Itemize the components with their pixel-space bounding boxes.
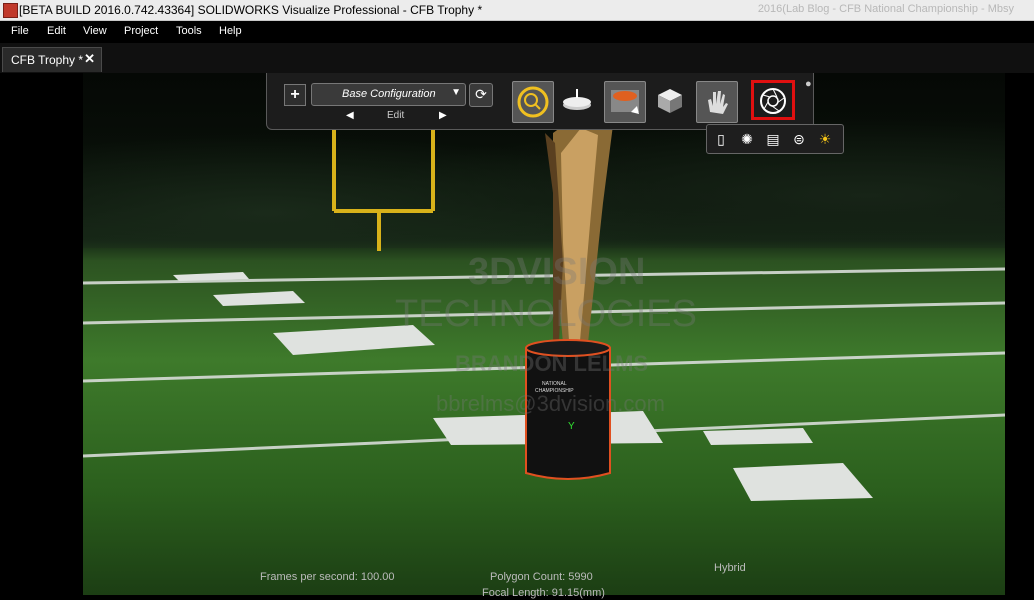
sun-icon[interactable]: ☀ [815, 129, 835, 149]
menu-edit[interactable]: Edit [47, 25, 66, 37]
hand-icon [708, 91, 728, 114]
camera-sub-toolbar: ▯ ✺ ▤ ⊜ ☀ [706, 124, 844, 154]
menu-bar: File Edit View Project Tools Help [0, 21, 1034, 43]
turntable-icon [563, 89, 591, 110]
edit-label[interactable]: Edit [387, 110, 404, 121]
clapboard-icon[interactable]: ▤ [763, 129, 783, 149]
app-icon [3, 3, 18, 18]
window-title: [BETA BUILD 2016.0.742.43364] SOLIDWORKS… [19, 3, 483, 17]
configuration-label: Base Configuration [342, 88, 436, 100]
add-button[interactable]: + [284, 84, 306, 106]
zoom-tool-button[interactable] [512, 81, 554, 123]
refresh-button[interactable]: ⟳ [469, 83, 493, 107]
background-window-title: 2016(Lab Blog - CFB National Championshi… [757, 3, 1014, 15]
zoom-tool-icon [517, 86, 549, 118]
render-viewport[interactable]: 3DVISION TECHNOLOGIES BRANDON LELMS bbre… [83, 73, 1005, 595]
aperture-icon[interactable]: ✺ [737, 129, 757, 149]
title-bar: [BETA BUILD 2016.0.742.43364] SOLIDWORKS… [0, 0, 1034, 21]
environment-button[interactable] [604, 81, 646, 123]
chevron-down-icon: ▼ [451, 87, 461, 98]
trophy-label-2: CHAMPIONSHIP [535, 388, 574, 394]
watermark-line-1: 3DVISION [468, 251, 646, 293]
menu-project[interactable]: Project [124, 25, 158, 37]
object-button[interactable] [650, 81, 690, 121]
fps-readout: Frames per second: 100.00 [260, 571, 395, 583]
pan-button[interactable] [696, 81, 738, 123]
tab-cfb-trophy[interactable]: CFB Trophy * ✕ [2, 47, 102, 72]
polygon-count: Polygon Count: 5990 [490, 571, 593, 583]
tab-label: CFB Trophy * [11, 53, 84, 67]
prev-config-arrow-icon[interactable]: ◀ [346, 110, 354, 121]
menu-tools[interactable]: Tools [176, 25, 202, 37]
document-tab-bar: CFB Trophy * ✕ [0, 43, 1034, 73]
trophy-label-1: NATIONAL [542, 381, 567, 387]
turntable-icon[interactable]: ⊜ [789, 129, 809, 149]
menu-view[interactable]: View [83, 25, 107, 37]
focal-length: Focal Length: 91.15(mm) [482, 587, 605, 599]
cube-icon [658, 89, 682, 113]
watermark-line-2: TECHNOLOGIES [395, 293, 697, 335]
watermark-line-4: bbrelms@3dvision.com [436, 391, 665, 416]
watermark-line-3: BRANDON LELMS [455, 351, 649, 376]
panel-icon[interactable]: ▯ [711, 129, 731, 149]
render-mode: Hybrid [714, 562, 746, 574]
next-config-arrow-icon[interactable]: ▶ [439, 110, 447, 121]
highlight-box [751, 80, 795, 120]
close-icon[interactable]: ✕ [84, 51, 95, 67]
menu-help[interactable]: Help [219, 25, 242, 37]
turntable-button[interactable] [557, 81, 597, 121]
pin-icon[interactable]: ● [805, 78, 812, 90]
menu-file[interactable]: File [11, 25, 29, 37]
configuration-dropdown[interactable]: Base Configuration ▼ [311, 83, 466, 106]
goal-post [332, 130, 435, 251]
environment-icon [611, 90, 639, 114]
axis-y-label: Y [568, 421, 575, 432]
